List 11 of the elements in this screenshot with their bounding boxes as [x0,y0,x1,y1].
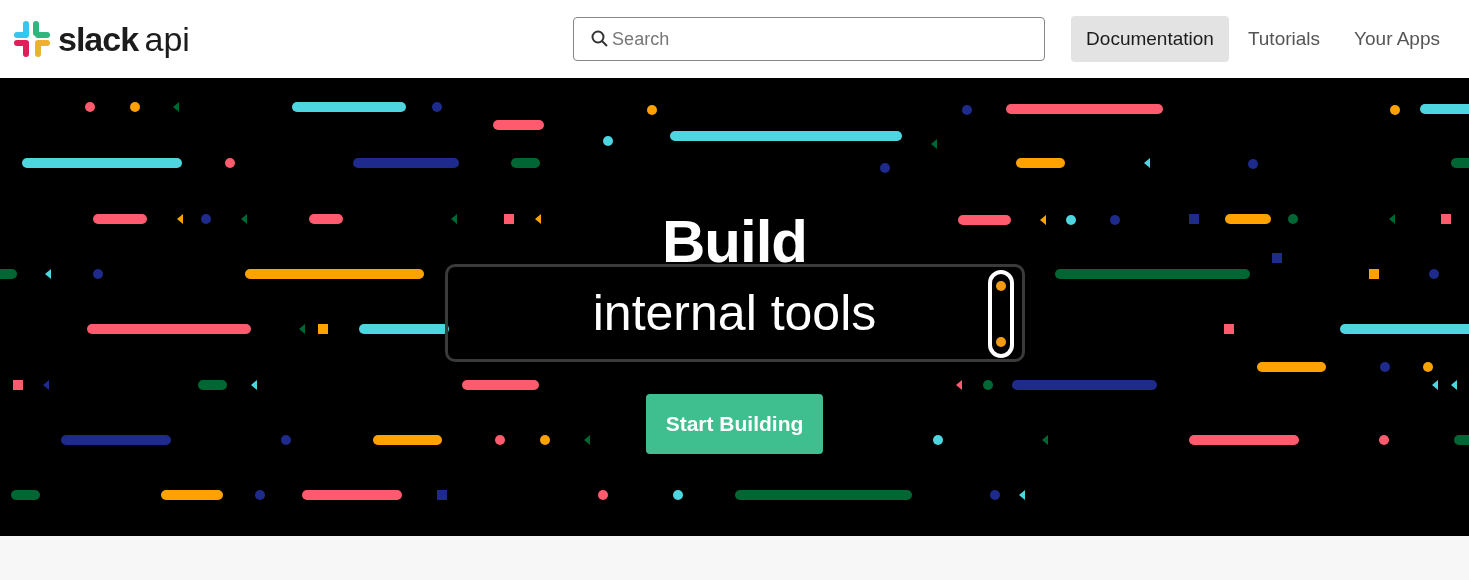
nav-tab[interactable]: Documentation [1071,16,1229,62]
logo-suffix: api [144,19,190,58]
search-icon [591,30,610,48]
search-field[interactable]: Search [573,17,1046,61]
hero-title: Build [662,207,807,277]
rotating-phrase: internal tools [592,284,877,342]
scroll-indicator-icon [987,270,1014,358]
nav-tab[interactable]: Your Apps [1339,16,1455,62]
logo-wordmark: slack [58,19,139,58]
logo-icon [14,21,50,57]
nav-tab[interactable]: Tutorials [1232,16,1336,62]
